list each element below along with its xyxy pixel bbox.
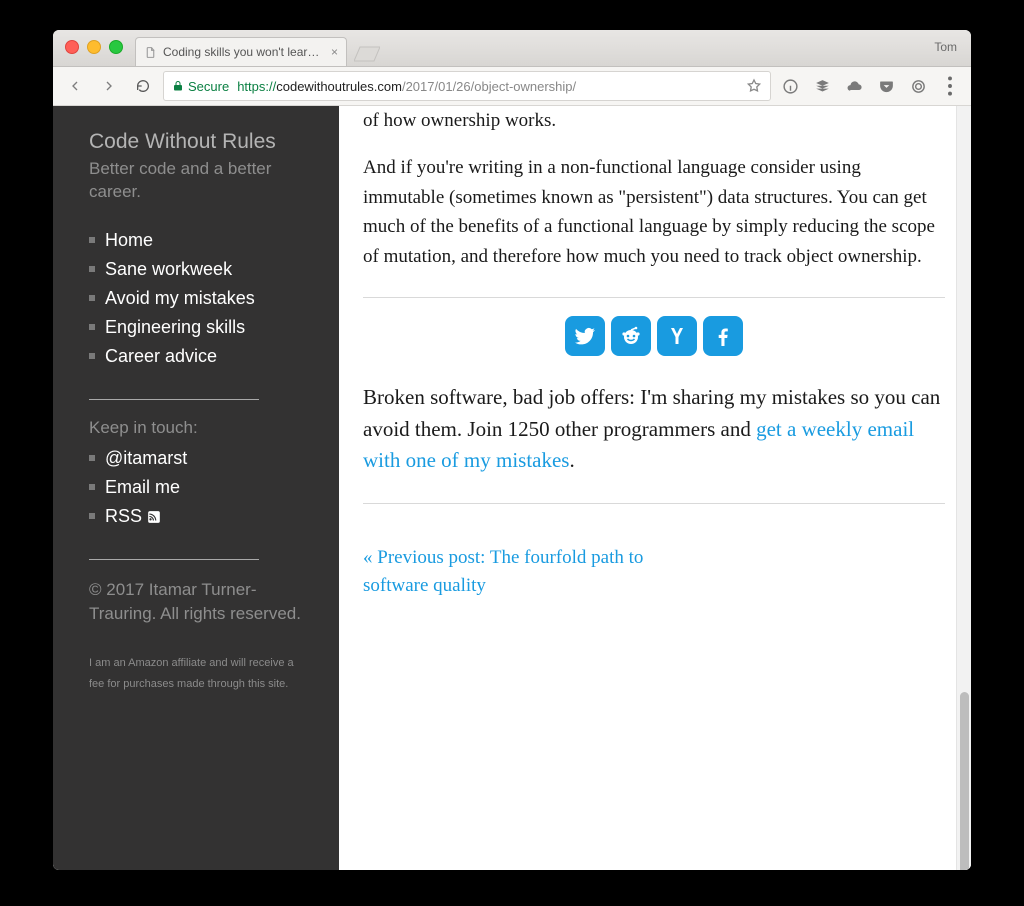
nav-item-career: Career advice (89, 342, 311, 371)
extension-buffer-icon[interactable] (809, 73, 835, 99)
contact-heading: Keep in touch: (89, 418, 311, 438)
maximize-window-button[interactable] (109, 40, 123, 54)
share-hackernews-button[interactable] (657, 316, 697, 356)
contact-list: @itamarst Email me RSS (89, 444, 311, 531)
article-divider (363, 503, 945, 504)
affiliate-note: I am an Amazon affiliate and will receiv… (89, 653, 311, 695)
extension-info-icon[interactable] (777, 73, 803, 99)
article-tail-line: of how ownership works. (363, 106, 945, 135)
nav-link-home[interactable]: Home (105, 230, 153, 251)
bullet-icon (89, 266, 95, 272)
site-sidebar: Code Without Rules Better code and a bet… (53, 106, 339, 870)
page-icon (144, 46, 157, 59)
share-twitter-button[interactable] (565, 316, 605, 356)
sidebar-divider (89, 559, 259, 560)
bullet-icon (89, 353, 95, 359)
bookmark-star-icon[interactable] (746, 78, 762, 94)
article-main: of how ownership works. And if you're wr… (339, 106, 971, 870)
extension-cloud-icon[interactable] (841, 73, 867, 99)
copyright: © 2017 Itamar Turner-Trauring. All right… (89, 578, 311, 626)
contact-item-email: Email me (89, 473, 311, 502)
extension-pocket-icon[interactable] (873, 73, 899, 99)
extension-circle-icon[interactable] (905, 73, 931, 99)
scrollbar-track[interactable] (956, 106, 971, 870)
brand-title: Code Without Rules (89, 130, 311, 154)
browser-menu-button[interactable] (937, 73, 963, 99)
nav-link-mistakes[interactable]: Avoid my mistakes (105, 288, 255, 309)
close-window-button[interactable] (65, 40, 79, 54)
bullet-icon (89, 455, 95, 461)
secure-badge: Secure (172, 79, 229, 94)
article-paragraph: And if you're writing in a non-functiona… (363, 153, 945, 271)
cta-post: . (569, 448, 574, 472)
url: https://codewithoutrules.com/2017/01/26/… (237, 79, 576, 94)
share-facebook-button[interactable] (703, 316, 743, 356)
nav-link-career[interactable]: Career advice (105, 346, 217, 367)
close-tab-icon[interactable]: × (331, 45, 338, 59)
contact-link-email[interactable]: Email me (105, 477, 180, 498)
page-viewport: Code Without Rules Better code and a bet… (53, 106, 971, 870)
address-bar[interactable]: Secure https://codewithoutrules.com/2017… (163, 71, 771, 101)
url-host: codewithoutrules.com (276, 79, 402, 94)
nav-list: Home Sane workweek Avoid my mistakes Eng… (89, 226, 311, 371)
minimize-window-button[interactable] (87, 40, 101, 54)
rss-icon (147, 506, 161, 526)
previous-post-link[interactable]: « Previous post: The fourfold path to so… (363, 547, 643, 597)
share-reddit-button[interactable] (611, 316, 651, 356)
titlebar: Coding skills you won't learn in × Tom (53, 30, 971, 67)
nav-link-skills[interactable]: Engineering skills (105, 317, 245, 338)
bullet-icon (89, 484, 95, 490)
newsletter-cta: Broken software, bad job offers: I'm sha… (363, 382, 945, 477)
nav-item-mistakes: Avoid my mistakes (89, 284, 311, 313)
contact-link-twitter[interactable]: @itamarst (105, 448, 187, 469)
back-button[interactable] (61, 72, 89, 100)
reddit-icon (619, 324, 643, 348)
nav-item-skills: Engineering skills (89, 313, 311, 342)
bullet-icon (89, 237, 95, 243)
tab-title: Coding skills you won't learn in (163, 45, 325, 59)
bullet-icon (89, 513, 95, 519)
nav-link-sane[interactable]: Sane workweek (105, 259, 232, 280)
toolbar: Secure https://codewithoutrules.com/2017… (53, 67, 971, 106)
sidebar-divider (89, 399, 259, 400)
facebook-icon (711, 324, 735, 348)
secure-label: Secure (188, 79, 229, 94)
scrollbar-thumb[interactable] (960, 692, 969, 870)
new-tab-button[interactable] (353, 38, 381, 66)
social-share-row (363, 316, 945, 356)
reload-button[interactable] (129, 72, 157, 100)
hackernews-icon (665, 324, 689, 348)
window-controls (65, 40, 123, 54)
twitter-icon (573, 324, 597, 348)
contact-item-twitter: @itamarst (89, 444, 311, 473)
url-path: /2017/01/26/object-ownership/ (402, 79, 576, 94)
bullet-icon (89, 295, 95, 301)
contact-item-rss: RSS (89, 502, 311, 531)
profile-name[interactable]: Tom (934, 40, 957, 54)
nav-item-sane: Sane workweek (89, 255, 311, 284)
browser-tab[interactable]: Coding skills you won't learn in × (135, 37, 347, 66)
article-divider (363, 297, 945, 298)
browser-window: Coding skills you won't learn in × Tom S… (53, 30, 971, 870)
url-protocol: https:// (237, 79, 276, 94)
brand-subtitle: Better code and a better career. (89, 158, 311, 204)
forward-button[interactable] (95, 72, 123, 100)
contact-link-rss[interactable]: RSS (105, 506, 161, 527)
bullet-icon (89, 324, 95, 330)
nav-item-home: Home (89, 226, 311, 255)
previous-post-nav: « Previous post: The fourfold path to so… (363, 544, 712, 601)
